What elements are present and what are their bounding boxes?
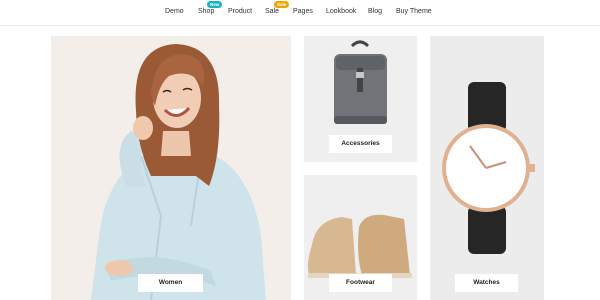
category-tile-women[interactable]: Women (51, 36, 291, 300)
category-tile-watches[interactable]: Watches (430, 36, 544, 300)
top-nav: Demo Shop New Product Sale Sale Pages Lo… (0, 0, 600, 26)
nav-item-pages[interactable]: Pages (293, 8, 313, 15)
women-button[interactable]: Women (138, 274, 203, 292)
footwear-button[interactable]: Footwear (329, 274, 392, 292)
nav-item-demo[interactable]: Demo (165, 8, 184, 15)
accessories-button[interactable]: Accessories (329, 135, 392, 153)
category-tile-footwear[interactable]: Footwear (304, 175, 417, 300)
nav-item-shop-label: Shop (198, 8, 215, 15)
nav-item-buy-theme[interactable]: Buy Theme (396, 8, 432, 15)
watch-image (442, 82, 535, 254)
watches-button[interactable]: Watches (455, 274, 518, 292)
nav-item-lookbook[interactable]: Lookbook (326, 8, 356, 15)
new-badge: New (207, 1, 223, 8)
nav-item-sale[interactable]: Sale Sale (265, 1, 290, 15)
woman-image (91, 44, 266, 300)
nav-item-blog[interactable]: Blog (368, 8, 382, 15)
nav-item-product[interactable]: Product (228, 8, 252, 15)
category-tile-accessories[interactable]: Accessories (304, 36, 417, 162)
sale-badge: Sale (274, 1, 290, 8)
nav-item-shop[interactable]: Shop New (198, 1, 223, 15)
nav-item-sale-label: Sale (265, 8, 280, 15)
